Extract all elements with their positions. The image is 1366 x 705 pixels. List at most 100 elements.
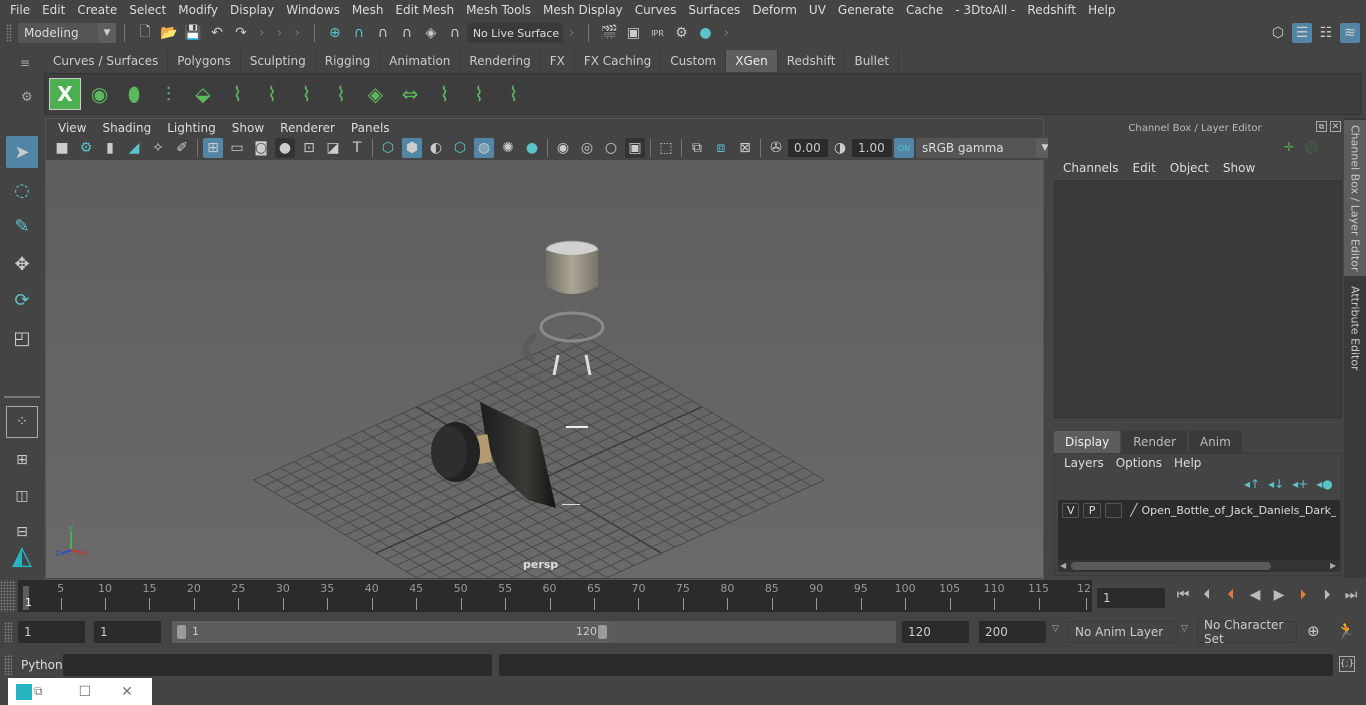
gamma-icon[interactable]: ◑: [830, 138, 850, 158]
shelf-tab-rendering[interactable]: Rendering: [460, 50, 541, 72]
wireframe-icon[interactable]: ⬡: [378, 138, 398, 158]
viewport-menu-renderer[interactable]: Renderer: [272, 121, 343, 137]
shelf-tab-xgen[interactable]: XGen: [726, 50, 778, 72]
shelf-tab-redshift[interactable]: Redshift: [777, 50, 846, 72]
modeling-toolkit-icon[interactable]: ⬡: [1268, 23, 1288, 43]
auto-key-icon[interactable]: ⊕: [1307, 622, 1320, 640]
shelf-tab-bullet[interactable]: Bullet: [845, 50, 900, 72]
animation-preferences-icon[interactable]: 🏃: [1336, 621, 1356, 640]
menu-cache[interactable]: Cache: [900, 3, 949, 17]
view-transform-dropdown[interactable]: sRGB gamma ▼: [916, 138, 1054, 158]
layer-list-scrollbar[interactable]: ◀ ▶: [1058, 560, 1340, 572]
layer-visibility-toggle[interactable]: V: [1062, 502, 1080, 518]
anim-layer-chevron-icon[interactable]: ▽: [1052, 624, 1059, 634]
move-layer-down-icon[interactable]: ◂↓: [1268, 477, 1284, 491]
smooth-shade-icon[interactable]: ⬢: [402, 138, 422, 158]
menu-mesh-display[interactable]: Mesh Display: [537, 3, 629, 17]
layer-tab-render[interactable]: Render: [1122, 431, 1187, 453]
step-back-key-icon[interactable]: ⏴: [1220, 587, 1242, 603]
xgen-hide-icon[interactable]: ⬮: [118, 78, 150, 110]
menu-curves[interactable]: Curves: [629, 3, 683, 17]
undo-icon[interactable]: ↶: [207, 23, 227, 43]
gamma-field[interactable]: 1.00: [852, 139, 892, 157]
menu-display[interactable]: Display: [224, 3, 280, 17]
shelf-tab-sculpting[interactable]: Sculpting: [240, 50, 316, 72]
xgen-show-guide-icon[interactable]: ⌇: [256, 78, 288, 110]
channel-list[interactable]: [1054, 180, 1342, 418]
tool-settings-icon[interactable]: ☷: [1316, 23, 1336, 43]
anti-aliasing-icon[interactable]: ○: [601, 138, 621, 158]
layer-menu-help[interactable]: Help: [1168, 456, 1207, 470]
speed-icon[interactable]: ⟋: [1325, 140, 1333, 155]
menu-windows[interactable]: Windows: [280, 3, 346, 17]
step-back-frame-icon[interactable]: ⏴: [1196, 587, 1218, 603]
new-layer-icon[interactable]: ◂+: [1292, 477, 1308, 491]
use-all-lights-icon[interactable]: ✺: [498, 138, 518, 158]
layer-tab-anim[interactable]: Anim: [1188, 431, 1242, 453]
screen-space-ao-icon[interactable]: ◉: [553, 138, 573, 158]
command-language-label[interactable]: Python: [21, 658, 63, 672]
shelf-tab-animation[interactable]: Animation: [380, 50, 461, 72]
menu-edit-mesh[interactable]: Edit Mesh: [389, 3, 460, 17]
layer-color-swatch-icon[interactable]: ╱: [1130, 503, 1137, 517]
collapse-arrow-icon[interactable]: ›: [277, 25, 283, 41]
camera-attributes-icon[interactable]: ⚙: [76, 138, 96, 158]
collapse-arrow-icon[interactable]: ›: [294, 25, 300, 41]
snap-point-icon[interactable]: ∩: [373, 23, 393, 43]
snap-curve-icon[interactable]: ∩: [349, 23, 369, 43]
playback-start-field[interactable]: 1: [94, 621, 161, 643]
xgen-select-guides-icon[interactable]: ⌇: [429, 78, 461, 110]
menu-edit[interactable]: Edit: [36, 3, 71, 17]
snap-surface-icon[interactable]: ◈: [421, 23, 441, 43]
play-backwards-icon[interactable]: ◀: [1244, 587, 1266, 603]
film-gate-icon[interactable]: ▭: [227, 138, 247, 158]
live-surface-field[interactable]: No Live Surface: [466, 23, 563, 43]
close-window-icon[interactable]: ✕: [121, 684, 133, 700]
restore-window-icon[interactable]: ⧉: [34, 684, 43, 699]
go-to-end-icon[interactable]: ⏭: [1340, 587, 1362, 603]
collapse-arrow-icon[interactable]: ›: [259, 25, 265, 41]
menu-mesh[interactable]: Mesh: [346, 3, 390, 17]
depth-of-field-icon[interactable]: ▣: [625, 138, 645, 158]
shelf-tab-fx-caching[interactable]: FX Caching: [574, 50, 662, 72]
layer-menu-options[interactable]: Options: [1110, 456, 1168, 470]
channel-menu-show[interactable]: Show: [1216, 161, 1262, 175]
current-frame-field[interactable]: 1: [1097, 588, 1165, 608]
xray-icon[interactable]: ⧉: [687, 138, 707, 158]
safe-action-icon[interactable]: ◪: [323, 138, 343, 158]
redo-icon[interactable]: ↷: [231, 23, 251, 43]
make-live-icon[interactable]: ∩: [445, 23, 465, 43]
channel-menu-object[interactable]: Object: [1163, 161, 1216, 175]
save-scene-icon[interactable]: 💾: [183, 23, 203, 43]
shelf-tab-fx[interactable]: FX: [540, 50, 575, 72]
character-set-dropdown[interactable]: No Character Set: [1197, 618, 1297, 646]
grid-icon[interactable]: ⊞: [203, 138, 223, 158]
menu-modify[interactable]: Modify: [172, 3, 224, 17]
menu-redshift[interactable]: Redshift: [1021, 3, 1082, 17]
color-management-toggle[interactable]: ON: [894, 138, 914, 158]
tab-channel-box-layer-editor[interactable]: Channel Box / Layer Editor: [1344, 120, 1366, 276]
outliner-persp-layout-icon[interactable]: ◫: [6, 480, 38, 512]
menu-deform[interactable]: Deform: [746, 3, 803, 17]
character-set-chevron-icon[interactable]: ▽: [1181, 624, 1188, 634]
viewport-menu-show[interactable]: Show: [224, 121, 272, 137]
command-line-grip[interactable]: [4, 655, 12, 675]
collapse-arrow-icon[interactable]: ›: [569, 25, 575, 41]
xgen-region-icon[interactable]: ⌇: [463, 78, 495, 110]
playback-end-field[interactable]: 120: [902, 621, 969, 643]
scrollbar-thumb[interactable]: [1071, 562, 1271, 570]
scroll-left-icon[interactable]: ◀: [1060, 561, 1066, 570]
range-end-handle[interactable]: [598, 625, 607, 639]
open-scene-icon[interactable]: 📂: [159, 23, 179, 43]
layer-playback-toggle[interactable]: P: [1083, 502, 1101, 518]
sync-icon[interactable]: [1305, 141, 1317, 153]
collapse-arrow-icon[interactable]: ›: [723, 25, 729, 41]
motion-blur-icon[interactable]: ◎: [577, 138, 597, 158]
shelf-settings-gear-icon[interactable]: ⚙: [21, 90, 33, 105]
script-editor-icon[interactable]: {;}: [1339, 656, 1355, 672]
channel-menu-edit[interactable]: Edit: [1126, 161, 1163, 175]
snap-view-icon[interactable]: ∩: [397, 23, 417, 43]
manipulator-axes-icon[interactable]: ✛: [1284, 140, 1294, 154]
xgen-lock-guide-icon[interactable]: ⌇: [291, 78, 323, 110]
attribute-editor-toggle-icon[interactable]: ☰: [1292, 23, 1312, 43]
